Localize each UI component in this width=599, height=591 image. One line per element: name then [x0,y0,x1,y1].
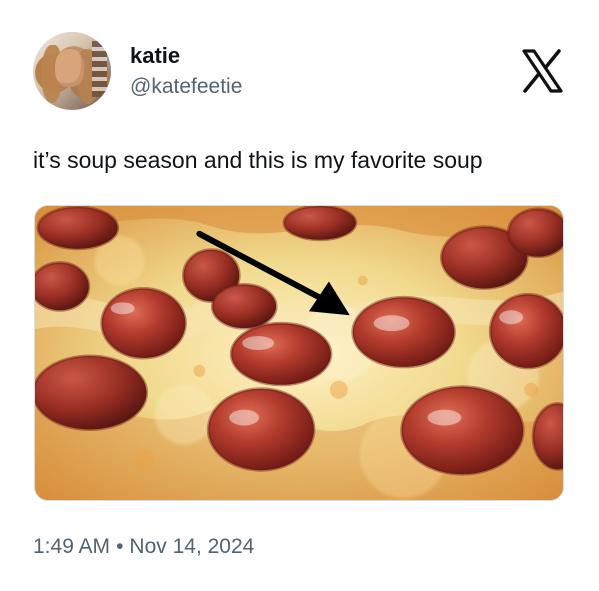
x-logo-icon [522,49,563,93]
post-card: katie @katefeetie it’s soup season and t… [0,0,599,591]
timestamp-separator: • [116,535,124,558]
post-text: it’s soup season and this is my favorite… [33,147,483,173]
avatar-background [92,41,107,97]
post-date: Nov 14, 2024 [129,535,255,558]
post-image[interactable] [34,205,564,501]
pizza-photo-icon [35,206,563,500]
post-time: 1:49 AM [33,535,111,558]
avatar-face [55,49,84,87]
display-name[interactable]: katie [130,45,180,67]
avatar[interactable] [33,32,111,110]
post-timestamp[interactable]: 1:49 AM • Nov 14, 2024 [33,536,254,557]
user-handle[interactable]: @katefeetie [130,76,242,97]
